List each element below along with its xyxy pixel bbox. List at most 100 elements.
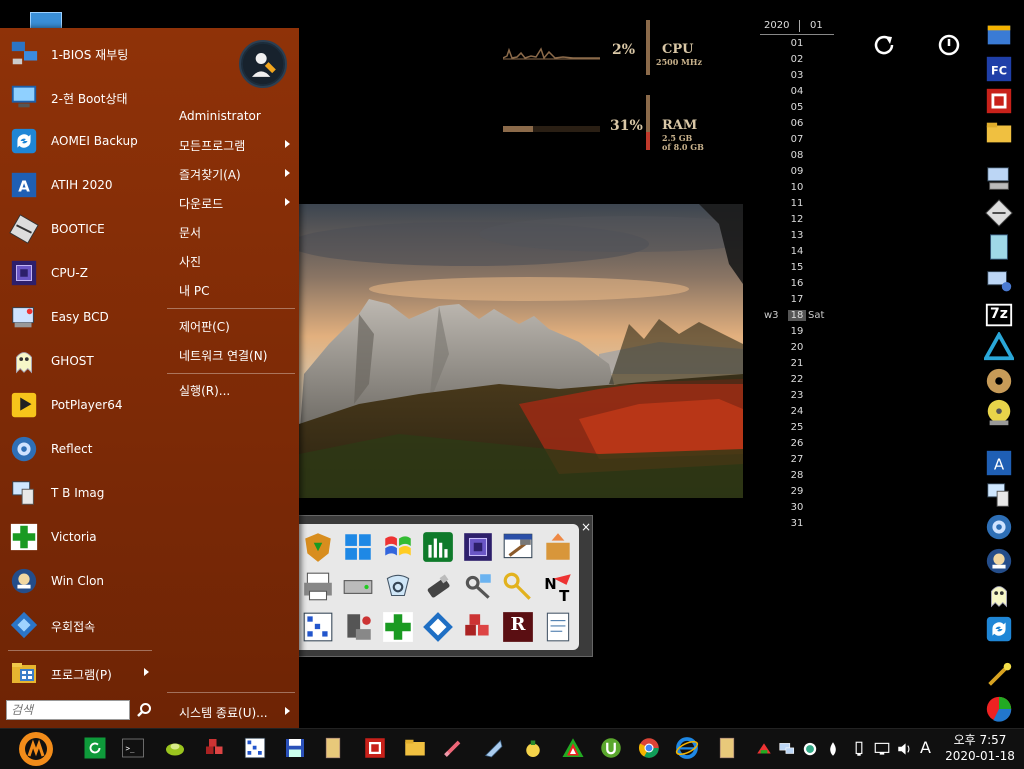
disk-icon[interactable]: [984, 198, 1014, 228]
calendar-day[interactable]: 06: [758, 116, 836, 132]
places-item[interactable]: 내 PC: [179, 282, 209, 299]
user-name[interactable]: Administrator: [179, 109, 261, 123]
clock-date[interactable]: 2020-01-18: [940, 749, 1020, 763]
program-item[interactable]: Reflect: [0, 427, 156, 471]
refresh-icon[interactable]: [83, 736, 107, 760]
calendar-day[interactable]: 03: [758, 68, 836, 84]
program-item[interactable]: Win Clon: [0, 559, 156, 603]
volume-icon[interactable]: [896, 740, 914, 758]
cubes-icon[interactable]: [203, 736, 227, 760]
grid-icon[interactable]: [984, 86, 1014, 116]
usb-tray-icon[interactable]: [850, 740, 868, 758]
calendar-day[interactable]: 12: [758, 212, 836, 228]
magnifier-icon[interactable]: [381, 570, 415, 604]
ruler-icon[interactable]: [481, 736, 505, 760]
places-item[interactable]: 문서: [179, 224, 201, 241]
seed-icon[interactable]: [163, 736, 187, 760]
calendar-day[interactable]: 02: [758, 52, 836, 68]
calendar-day[interactable]: 31: [758, 516, 836, 532]
folder-icon[interactable]: [403, 736, 427, 760]
grid-icon[interactable]: [363, 736, 387, 760]
calendar-day[interactable]: 08: [758, 148, 836, 164]
shield-download-icon[interactable]: [301, 530, 335, 564]
7z-icon[interactable]: 7z: [984, 300, 1014, 330]
wand-icon[interactable]: [984, 660, 1014, 690]
launcher-close-button[interactable]: ×: [581, 520, 591, 534]
all-programs-item[interactable]: 프로그램(P): [0, 656, 156, 690]
utorrent-icon[interactable]: [599, 736, 623, 760]
bar-chart-icon[interactable]: [421, 530, 455, 564]
monitor-tray-icon[interactable]: [873, 740, 891, 758]
calendar-day[interactable]: 20: [758, 340, 836, 356]
calendar-day[interactable]: 09: [758, 164, 836, 180]
calendar-day[interactable]: 28: [758, 468, 836, 484]
pen-icon[interactable]: [441, 736, 465, 760]
partition-icon[interactable]: [984, 694, 1014, 724]
calendar-day[interactable]: 14: [758, 244, 836, 260]
calendar-day[interactable]: 30: [758, 500, 836, 516]
triangle-color-icon[interactable]: [561, 736, 585, 760]
shutdown-item[interactable]: 시스템 종료(U)...: [179, 704, 268, 721]
calendar-day[interactable]: 05: [758, 100, 836, 116]
calendar-day[interactable]: 29: [758, 484, 836, 500]
calendar-day[interactable]: 24: [758, 404, 836, 420]
windows-flag-icon[interactable]: [381, 530, 415, 564]
places-item[interactable]: 모든프로그램: [179, 137, 245, 154]
calendar-day[interactable]: 01: [758, 36, 836, 52]
printer-icon[interactable]: [301, 570, 335, 604]
settings-pc-icon[interactable]: [984, 266, 1014, 296]
ime-indicator[interactable]: A: [920, 738, 931, 757]
calendar-day[interactable]: 13: [758, 228, 836, 244]
program-item[interactable]: GHOST: [0, 339, 156, 383]
program-item[interactable]: T B Imag: [0, 471, 156, 515]
program-item[interactable]: Victoria: [0, 515, 156, 559]
places-item[interactable]: 사진: [179, 253, 201, 270]
notepad-icon[interactable]: [541, 610, 575, 644]
globe-tray-icon[interactable]: [801, 740, 819, 758]
calendar-day[interactable]: 07: [758, 132, 836, 148]
bomb-icon[interactable]: [521, 736, 545, 760]
document-icon[interactable]: [321, 736, 345, 760]
disk-stack-icon[interactable]: [341, 610, 375, 644]
calendar-day[interactable]: 21: [758, 356, 836, 372]
ghost-icon[interactable]: [984, 580, 1014, 610]
usb-drive-icon[interactable]: [421, 570, 455, 604]
calendar-day[interactable]: 22: [758, 372, 836, 388]
dvd-icon[interactable]: [984, 366, 1014, 396]
places-item[interactable]: 다운로드: [179, 195, 223, 212]
program-item[interactable]: Easy BCD: [0, 295, 156, 339]
reflect-icon[interactable]: [984, 512, 1014, 542]
places-item[interactable]: 즐겨찾기(A): [179, 166, 241, 183]
program-item[interactable]: BOOTICE: [0, 207, 156, 251]
cd-icon[interactable]: [984, 398, 1014, 428]
calendar-day[interactable]: 17: [758, 292, 836, 308]
places-item[interactable]: 실행(R)...: [179, 382, 230, 399]
pixel-grid-icon[interactable]: [301, 610, 335, 644]
calendar-day[interactable]: 27: [758, 452, 836, 468]
ntpwedit-icon[interactable]: NT: [541, 570, 575, 605]
restart-icon[interactable]: [872, 33, 896, 57]
backup-icon[interactable]: [984, 614, 1014, 644]
places-item[interactable]: 제어판(C): [179, 318, 230, 335]
terminal-icon[interactable]: >_: [121, 736, 145, 760]
display-tray-icon[interactable]: [778, 740, 796, 758]
start-search-input[interactable]: [6, 700, 130, 720]
search-icon[interactable]: [136, 702, 152, 718]
clock-time[interactable]: 오후 7:57: [940, 731, 1020, 748]
winclon-icon[interactable]: [984, 546, 1014, 576]
computer-icon[interactable]: [984, 164, 1014, 194]
program-item[interactable]: A ATIH 2020: [0, 163, 156, 207]
program-item[interactable]: AOMEI Backup: [0, 119, 156, 163]
network-icon[interactable]: [421, 610, 455, 644]
cubes-icon[interactable]: [461, 610, 495, 644]
cpu-chip-icon[interactable]: [461, 530, 495, 564]
drive-icon[interactable]: [341, 570, 375, 604]
pixel-grid-icon[interactable]: [243, 736, 267, 760]
ie-icon[interactable]: [675, 736, 699, 760]
calendar-day[interactable]: 04: [758, 84, 836, 100]
calendar-day[interactable]: 19: [758, 324, 836, 340]
calendar-day[interactable]: 26: [758, 436, 836, 452]
user-avatar[interactable]: [239, 40, 287, 88]
calendar-day[interactable]: 16: [758, 276, 836, 292]
key-network-icon[interactable]: [461, 570, 495, 604]
